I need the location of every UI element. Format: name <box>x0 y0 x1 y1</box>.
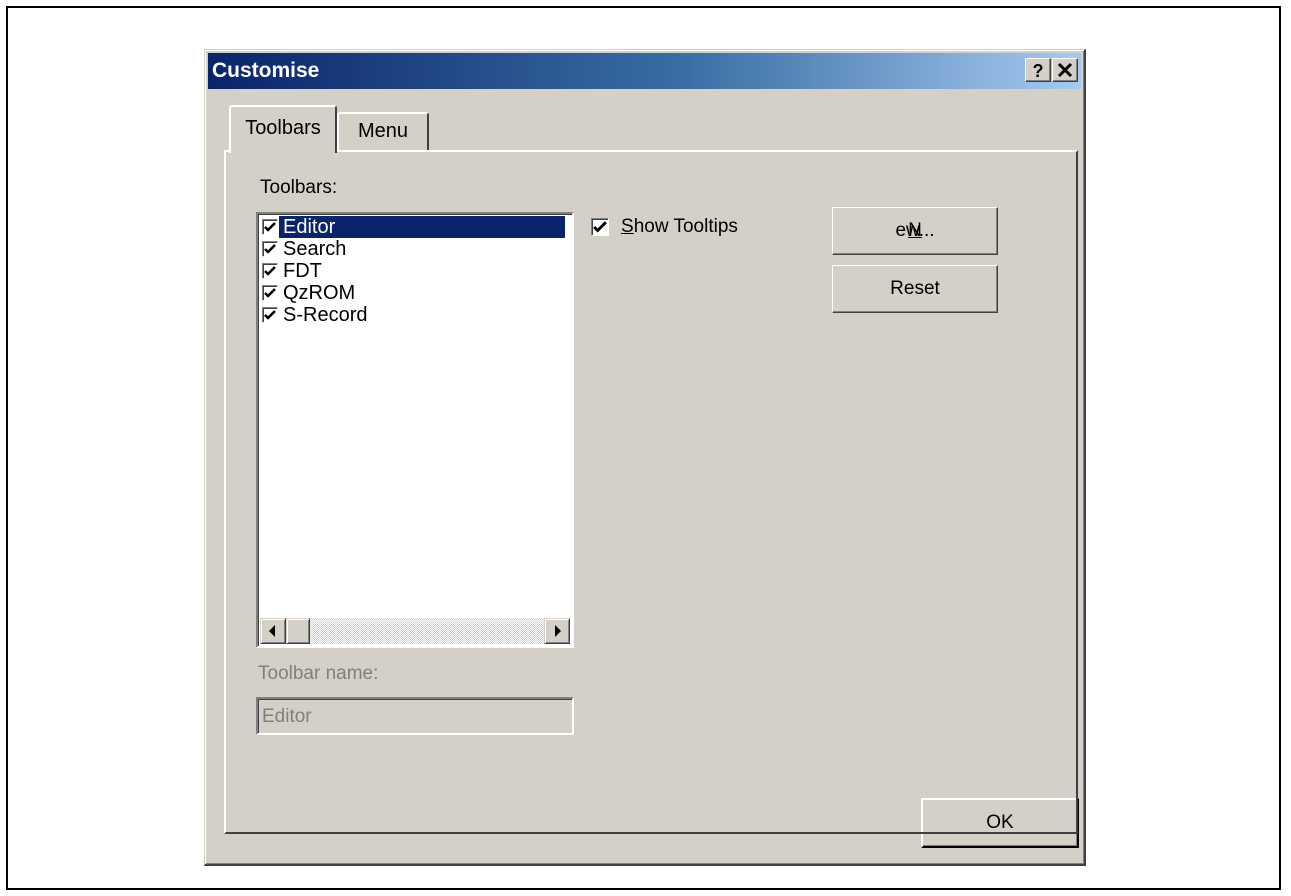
horizontal-scrollbar[interactable] <box>260 618 570 644</box>
reset-button[interactable]: Reset <box>832 265 998 313</box>
close-button[interactable] <box>1052 58 1078 82</box>
scroll-thumb[interactable] <box>286 618 310 644</box>
customise-dialog: Customise ? Toolbars Menu Toolbars: Edit… <box>204 49 1086 866</box>
checkmark-icon <box>593 221 607 233</box>
close-icon <box>1057 62 1073 78</box>
checkbox-s-record[interactable] <box>262 307 278 323</box>
checkmark-icon <box>264 266 276 276</box>
list-item-label: Search <box>283 238 347 260</box>
dialog-title: Customise <box>212 59 320 82</box>
help-button[interactable]: ? <box>1025 58 1051 82</box>
list-item-label: QzROM <box>283 282 356 304</box>
toolbar-name-field[interactable]: Editor <box>256 697 574 735</box>
show-tooltips-text: how Tooltips <box>633 216 738 237</box>
toolbars-listbox[interactable]: Editor Search FDT QzROM S-Record <box>256 212 574 648</box>
title-bar[interactable]: Customise ? <box>208 53 1081 89</box>
checkbox-fdt[interactable] <box>262 263 278 279</box>
checkmark-icon <box>264 288 276 298</box>
tab-toolbars[interactable]: Toolbars <box>229 105 337 153</box>
show-tooltips-label[interactable]: Show Tooltips <box>621 216 738 238</box>
list-item-s-record[interactable]: S-Record <box>262 304 566 326</box>
arrow-left-icon <box>269 625 275 637</box>
checkmark-icon <box>264 244 276 254</box>
checkbox-qzrom[interactable] <box>262 285 278 301</box>
new-button[interactable]: New... <box>832 207 998 255</box>
new-rest: ew... <box>895 220 935 241</box>
tab-toolbars-label: Toolbars <box>245 117 321 139</box>
list-item-search[interactable]: Search <box>262 238 566 260</box>
list-item-qzrom[interactable]: QzROM <box>262 282 566 304</box>
show-tooltips-mnemonic: S <box>621 216 634 237</box>
checkmark-icon <box>264 310 276 320</box>
show-tooltips-checkbox[interactable] <box>591 218 609 236</box>
tab-menu-label: Menu <box>357 120 409 142</box>
toolbars-label: Toolbars: <box>260 177 338 198</box>
checkbox-search[interactable] <box>262 241 278 257</box>
tab-menu[interactable]: Menu <box>337 112 429 150</box>
svg-text:?: ? <box>1033 61 1044 81</box>
scroll-right-button[interactable] <box>544 618 570 644</box>
list-item-label: S-Record <box>283 304 368 326</box>
checkbox-editor[interactable] <box>262 219 278 235</box>
toolbar-name-label: Toolbar name: <box>258 663 379 684</box>
reset-button-label: Reset <box>890 278 940 299</box>
checkmark-icon <box>264 222 276 232</box>
help-icon: ? <box>1033 61 1044 81</box>
list-item-editor[interactable]: Editor <box>262 216 566 238</box>
scroll-left-button[interactable] <box>260 618 286 644</box>
new-button-label: New... <box>833 220 997 242</box>
list-item-fdt[interactable]: FDT <box>262 260 566 282</box>
list-item-label: FDT <box>283 260 322 282</box>
toolbar-name-value: Editor <box>262 706 312 727</box>
list-item-label: Editor <box>283 216 336 238</box>
arrow-right-icon <box>555 625 561 637</box>
